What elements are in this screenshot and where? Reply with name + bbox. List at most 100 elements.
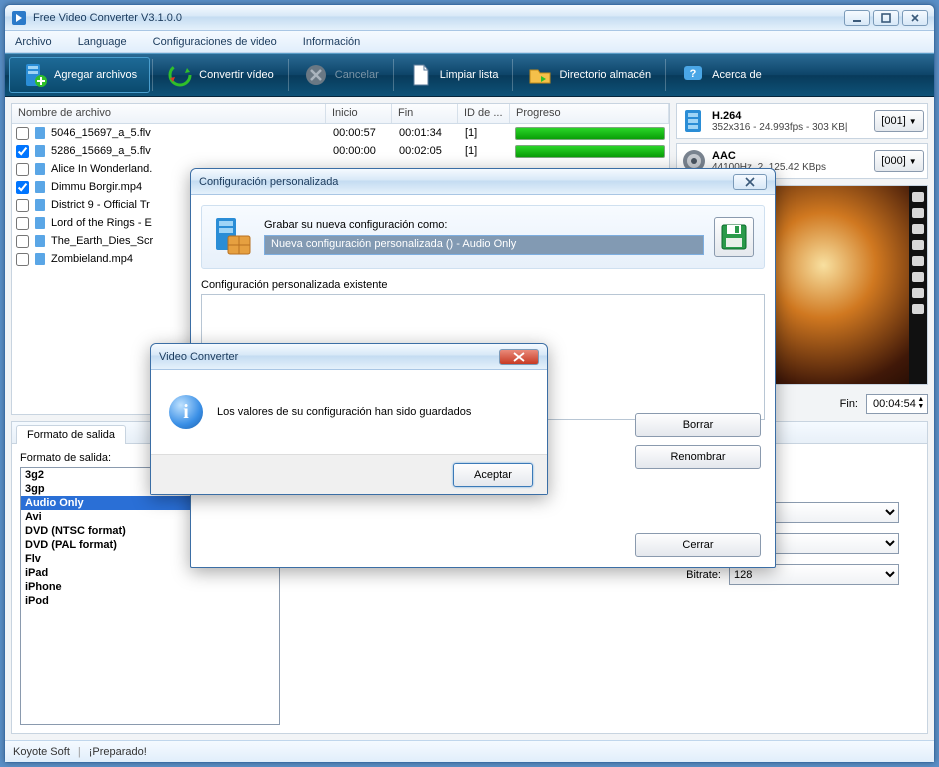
floppy-disk-icon — [719, 222, 749, 252]
about-label: Acerca de — [712, 69, 762, 81]
file-checkbox[interactable] — [16, 127, 29, 140]
convert-icon — [167, 62, 193, 88]
close-button[interactable] — [902, 10, 928, 26]
clear-list-button[interactable]: Limpiar lista — [396, 57, 511, 93]
file-checkbox[interactable] — [16, 217, 29, 230]
titlebar: Free Video Converter V3.1.0.0 — [5, 5, 934, 31]
file-icon — [33, 234, 47, 248]
file-icon — [33, 162, 47, 176]
file-icon — [33, 252, 47, 266]
accept-button[interactable]: Aceptar — [453, 463, 533, 487]
cfg-dialog-title: Configuración personalizada — [199, 176, 338, 188]
existing-config-label: Configuración personalizada existente — [201, 279, 388, 291]
file-checkbox[interactable] — [16, 199, 29, 212]
toolbar: Agregar archivos Convertir vídeo Cancela… — [5, 53, 934, 97]
file-start: 00:00:57 — [327, 127, 393, 139]
file-end: 00:01:34 — [393, 127, 459, 139]
file-icon — [33, 216, 47, 230]
output-dir-label: Directorio almacén — [559, 69, 651, 81]
tab-output-format[interactable]: Formato de salida — [16, 425, 126, 444]
fin-label: Fin: — [840, 398, 858, 410]
add-files-label: Agregar archivos — [54, 69, 137, 81]
status-ready: ¡Preparado! — [89, 746, 147, 758]
document-icon — [408, 62, 434, 88]
file-row[interactable]: 5046_15697_a_5.flv00:00:5700:01:34[1] — [12, 124, 669, 142]
format-option[interactable]: iPhone — [21, 580, 279, 594]
clear-list-label: Limpiar lista — [440, 69, 499, 81]
cfg-dialog-close-button[interactable] — [733, 174, 767, 190]
video-codec-name: H.264 — [712, 110, 870, 122]
file-checkbox[interactable] — [16, 253, 29, 266]
file-row[interactable]: 5286_15669_a_5.flv00:00:0000:02:05[1] — [12, 142, 669, 160]
menu-language[interactable]: Language — [78, 36, 127, 48]
format-option[interactable]: iPad — [21, 566, 279, 580]
menu-config[interactable]: Configuraciones de video — [153, 36, 277, 48]
convert-label: Convertir vídeo — [199, 69, 274, 81]
file-icon — [33, 198, 47, 212]
maximize-button[interactable] — [873, 10, 899, 26]
file-icon — [33, 180, 47, 194]
output-dir-button[interactable]: Directorio almacén — [515, 57, 663, 93]
file-checkbox[interactable] — [16, 235, 29, 248]
column-progress[interactable]: Progreso — [510, 104, 669, 123]
msg-dialog-close-button[interactable] — [499, 349, 539, 365]
file-progress — [511, 127, 669, 140]
menubar: Archivo Language Configuraciones de vide… — [5, 31, 934, 53]
video-codec-desc: 352x316 - 24.993fps - 303 KB| — [712, 122, 870, 133]
status-vendor: Koyote Soft — [13, 746, 70, 758]
film-package-icon — [212, 216, 254, 258]
svg-text:?: ? — [690, 68, 697, 80]
film-add-icon — [22, 62, 48, 88]
menu-archivo[interactable]: Archivo — [15, 36, 52, 48]
file-progress — [511, 145, 669, 158]
column-name[interactable]: Nombre de archivo — [12, 104, 326, 123]
file-id: [1] — [459, 127, 511, 139]
audio-codec-name: AAC — [712, 150, 870, 162]
cancel-icon — [303, 62, 329, 88]
save-as-label: Grabar su nueva configuración como: — [264, 219, 704, 231]
file-end: 00:02:05 — [393, 145, 459, 157]
about-button[interactable]: ? Acerca de — [668, 57, 774, 93]
cancel-label: Cancelar — [335, 69, 379, 81]
file-id: [1] — [459, 145, 511, 157]
video-codec-select[interactable]: [001]▼ — [874, 110, 924, 132]
bitrate-label: Bitrate: — [641, 569, 721, 581]
fin-time-input[interactable]: 00:04:54 ▲▼ — [866, 394, 928, 414]
column-end[interactable]: Fin — [392, 104, 458, 123]
msg-dialog-title: Video Converter — [159, 351, 238, 363]
time-down-icon[interactable]: ▼ — [916, 404, 926, 411]
convert-button[interactable]: Convertir vídeo — [155, 57, 286, 93]
app-icon — [11, 10, 27, 26]
file-start: 00:00:00 — [327, 145, 393, 157]
video-codec-row: H.264 352x316 - 24.993fps - 303 KB| [001… — [676, 103, 928, 139]
format-option[interactable]: iPod — [21, 594, 279, 608]
column-start[interactable]: Inicio — [326, 104, 392, 123]
column-id[interactable]: ID de ... — [458, 104, 510, 123]
window-title: Free Video Converter V3.1.0.0 — [33, 12, 844, 24]
audio-codec-select[interactable]: [000]▼ — [874, 150, 924, 172]
status-bar: Koyote Soft | ¡Preparado! — [5, 740, 934, 762]
file-checkbox[interactable] — [16, 181, 29, 194]
info-icon: i — [169, 395, 203, 429]
file-checkbox[interactable] — [16, 145, 29, 158]
file-name: 5286_15669_a_5.flv — [51, 145, 327, 157]
add-files-button[interactable]: Agregar archivos — [9, 57, 150, 93]
delete-config-button[interactable]: Borrar — [635, 413, 761, 437]
save-config-button[interactable] — [714, 217, 754, 257]
folder-icon — [527, 62, 553, 88]
msg-dialog-text: Los valores de su configuración han sido… — [217, 406, 471, 418]
minimize-button[interactable] — [844, 10, 870, 26]
close-config-button[interactable]: Cerrar — [635, 533, 761, 557]
message-dialog: Video Converter i Los valores de su conf… — [150, 343, 548, 495]
menu-info[interactable]: Información — [303, 36, 360, 48]
video-codec-icon — [680, 107, 708, 135]
help-icon: ? — [680, 62, 706, 88]
file-icon — [33, 126, 47, 140]
file-checkbox[interactable] — [16, 163, 29, 176]
file-list-header: Nombre de archivo Inicio Fin ID de ... P… — [12, 104, 669, 124]
rename-config-button[interactable]: Renombrar — [635, 445, 761, 469]
config-name-input[interactable]: Nueva configuración personalizada () - A… — [264, 235, 704, 255]
file-name: 5046_15697_a_5.flv — [51, 127, 327, 139]
cancel-button: Cancelar — [291, 57, 391, 93]
file-icon — [33, 144, 47, 158]
